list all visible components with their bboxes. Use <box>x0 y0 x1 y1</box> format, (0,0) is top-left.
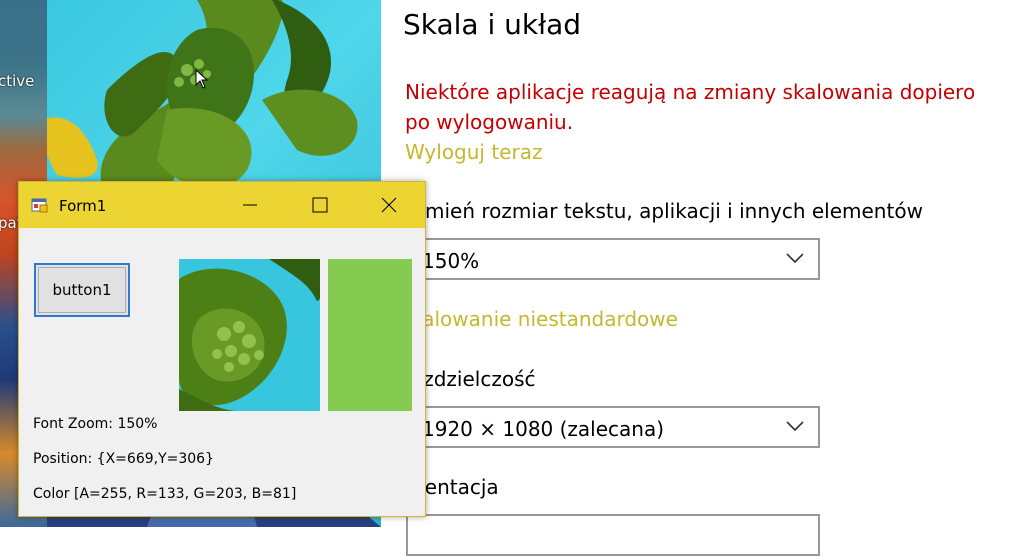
app-icon <box>31 198 48 213</box>
chevron-down-icon <box>786 253 804 264</box>
color-label: Color [A=255, R=133, G=203, B=81] <box>33 486 297 502</box>
maximize-button[interactable] <box>285 182 355 228</box>
form1-window: Form1 button1 Font Zoom: 150% Position: … <box>18 181 426 517</box>
button1[interactable]: button1 <box>34 263 130 317</box>
resolution-label: ozdzielczość <box>411 367 536 391</box>
color-swatch <box>328 259 412 411</box>
page-title: Skala i układ <box>403 8 582 41</box>
settings-pane: Skala i układ Niektóre aplikacje reagują… <box>381 0 1016 556</box>
scaling-warning: Niektóre aplikacje reagują na zmiany ska… <box>405 80 976 134</box>
close-button[interactable] <box>355 182 425 228</box>
minimize-button[interactable] <box>215 182 285 228</box>
window-title: Form1 <box>59 197 107 215</box>
minimize-icon <box>243 204 257 206</box>
chevron-down-icon <box>786 421 804 432</box>
scale-value: 150% <box>422 249 480 273</box>
size-label: mień rozmiar tekstu, aplikacji i innych … <box>425 199 923 223</box>
resolution-value: 1920 × 1080 (zalecana) <box>422 417 665 441</box>
desktop-icon-label[interactable]: ctive <box>0 72 34 90</box>
custom-scaling-link[interactable]: kalowanie niestandardowe <box>411 307 678 331</box>
font-zoom-label: Font Zoom: 150% <box>33 416 158 432</box>
resolution-dropdown[interactable]: 1920 × 1080 (zalecana) <box>406 406 820 448</box>
orientation-dropdown[interactable] <box>406 514 820 556</box>
close-icon <box>381 197 397 213</box>
position-label: Position: {X=669,Y=306} <box>33 451 214 467</box>
button-focus-border <box>38 267 126 313</box>
picture-box <box>179 259 320 411</box>
maximize-icon <box>312 197 328 213</box>
mouse-cursor-icon <box>195 69 209 89</box>
scale-dropdown[interactable]: 150% <box>406 238 820 280</box>
window-titlebar[interactable]: Form1 <box>19 182 425 228</box>
logout-now-link[interactable]: Wyloguj teraz <box>405 140 542 164</box>
